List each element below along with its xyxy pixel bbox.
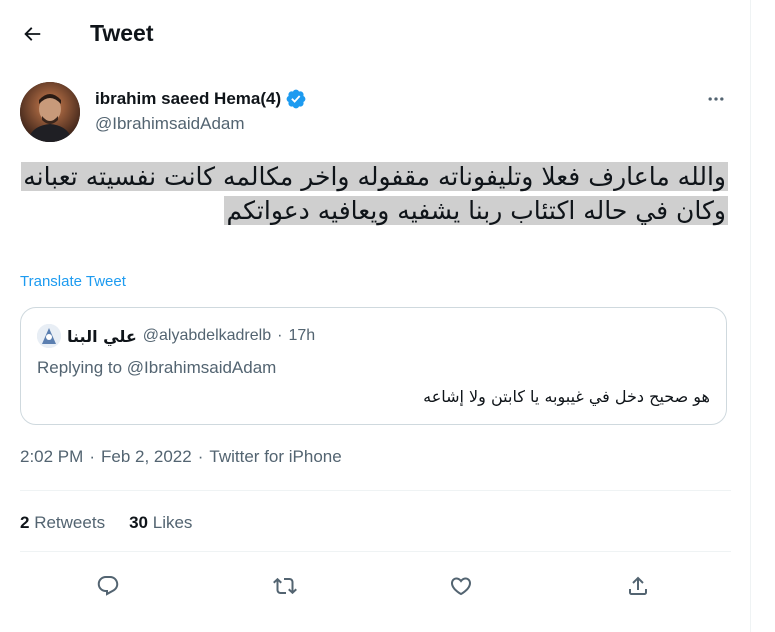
translate-tweet-link[interactable]: Translate Tweet (20, 273, 126, 290)
like-button[interactable] (441, 566, 481, 606)
arrow-left-icon (24, 27, 41, 41)
page-header: Tweet (0, 0, 751, 68)
likes-count: 30 (129, 513, 148, 532)
more-options-button[interactable] (700, 86, 732, 112)
avatar-image (20, 82, 80, 142)
quoted-avatar-image (37, 324, 61, 348)
tweet-text: والله ماعارف فعلا وتليفوناته مقفوله واخر… (20, 160, 728, 228)
tweet-column: Tweet ibrahim saeed Hema(4) @Ibrahimsaid… (0, 0, 751, 632)
author-avatar[interactable] (20, 82, 80, 142)
reply-button[interactable] (88, 566, 128, 606)
divider (20, 551, 731, 552)
retweet-icon (273, 577, 297, 595)
retweet-button[interactable] (265, 566, 305, 606)
author-name-text: ibrahim saeed Hema(4) (95, 89, 282, 108)
replying-to-prefix: Replying to (37, 358, 123, 377)
tweet-actions (0, 566, 751, 606)
tweet-meta: 2:02 PM · Feb 2, 2022 · Twitter for iPho… (20, 447, 342, 467)
replying-to-handle[interactable]: @IbrahimsaidAdam (127, 358, 277, 377)
quoted-time[interactable]: 17h (288, 327, 315, 345)
quoted-tweet-header: علي البنا @alyabdelkadrelb · 17h (37, 324, 315, 348)
divider (20, 490, 731, 491)
quoted-author-avatar[interactable] (37, 324, 61, 348)
tweet-stats: 2 Retweets 30 Likes (20, 513, 192, 533)
meta-separator: · (197, 447, 204, 466)
more-horizontal-icon (708, 97, 724, 101)
author-handle[interactable]: @IbrahimsaidAdam (95, 114, 245, 134)
share-button[interactable] (618, 566, 658, 606)
quoted-replying-to: Replying to @IbrahimsaidAdam (37, 358, 276, 378)
quoted-author-name[interactable]: علي البنا (67, 327, 137, 346)
tweet-client[interactable]: Twitter for iPhone (209, 447, 341, 467)
reply-icon (97, 576, 119, 596)
likes-stat[interactable]: 30 Likes (129, 513, 192, 533)
verified-badge-icon (286, 89, 306, 109)
quoted-separator: · (277, 327, 283, 344)
author-name[interactable]: ibrahim saeed Hema(4) (95, 88, 307, 110)
share-icon (629, 576, 647, 595)
back-button[interactable] (14, 16, 50, 52)
quoted-tweet-card[interactable]: علي البنا @alyabdelkadrelb · 17h Replyin… (20, 307, 727, 425)
quoted-tweet-text: هو صحيح دخل في غيبوبه يا كابتن ولا إشاعه (423, 387, 710, 406)
tweet-date[interactable]: Feb 2, 2022 (101, 447, 192, 467)
quoted-author-handle[interactable]: @alyabdelkadrelb (143, 327, 271, 345)
likes-label: Likes (152, 513, 193, 532)
tweet-time[interactable]: 2:02 PM (20, 447, 83, 467)
retweets-label: Retweets (34, 513, 106, 532)
retweets-stat[interactable]: 2 Retweets (20, 513, 105, 533)
page-title: Tweet (90, 20, 154, 46)
tweet-text-content: والله ماعارف فعلا وتليفوناته مقفوله واخر… (21, 162, 728, 225)
meta-separator: · (89, 447, 95, 466)
page-scrollbar[interactable] (751, 0, 775, 632)
like-icon (450, 577, 472, 596)
retweets-count: 2 (20, 513, 30, 532)
